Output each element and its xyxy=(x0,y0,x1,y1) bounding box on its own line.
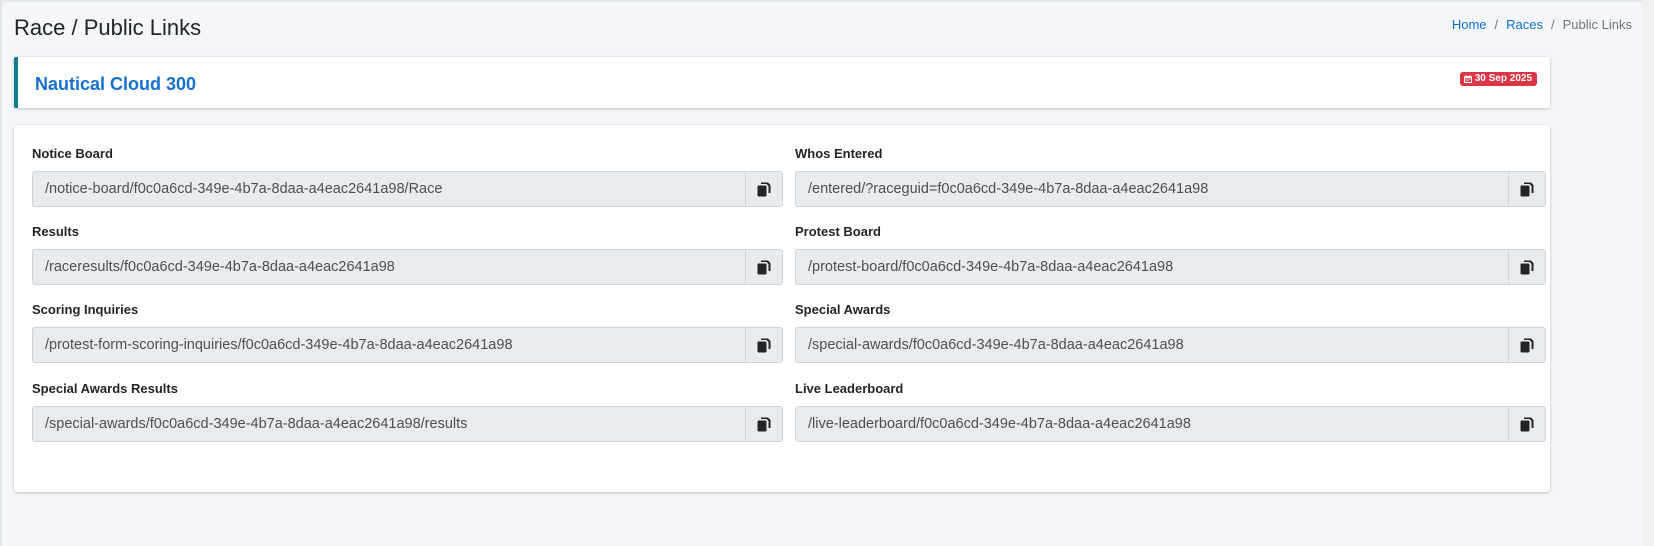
results-link-input[interactable] xyxy=(32,249,745,285)
scoring-inquiries-link-input[interactable] xyxy=(32,327,745,363)
special-awards-results-input-group xyxy=(32,406,783,442)
special-awards-input-group xyxy=(795,327,1546,363)
page-title: Race / Public Links xyxy=(14,15,202,40)
protest-board-label: Protest Board xyxy=(795,224,881,239)
results-label: Results xyxy=(32,224,79,239)
notice-board-link-input[interactable] xyxy=(32,171,745,207)
page-scrollbar[interactable] xyxy=(1642,0,1654,546)
breadcrumb-separator: / xyxy=(1494,17,1499,32)
protest-board-copy-button[interactable] xyxy=(1508,249,1546,285)
notice-board-input-group xyxy=(32,171,783,207)
special-awards-label: Special Awards xyxy=(795,302,891,317)
live-leaderboard-input-group xyxy=(795,406,1546,442)
scoring-inquiries-field: Scoring Inquiries xyxy=(32,301,783,363)
breadcrumb: Home / Races / Public Links xyxy=(1452,16,1632,34)
results-input-group xyxy=(32,249,783,285)
scoring-inquiries-input-group xyxy=(32,327,783,363)
copy-icon xyxy=(757,182,771,196)
whos-entered-label: Whos Entered xyxy=(795,146,883,161)
special-awards-results-field: Special Awards Results xyxy=(32,380,783,442)
notice-board-copy-button[interactable] xyxy=(745,171,783,207)
copy-icon xyxy=(1520,417,1534,431)
breadcrumb-races-link[interactable]: Races xyxy=(1506,16,1543,34)
protest-board-field: Protest Board xyxy=(795,223,1546,285)
race-date-text: 30 Sep 2025 xyxy=(1474,73,1532,84)
special-awards-results-label: Special Awards Results xyxy=(32,381,178,396)
copy-icon xyxy=(757,417,771,431)
notice-board-label: Notice Board xyxy=(32,146,113,161)
breadcrumb-separator: / xyxy=(1551,17,1555,32)
notice-board-field: Notice Board xyxy=(32,145,783,207)
special-awards-copy-button[interactable] xyxy=(1508,327,1546,363)
race-name: Nautical Cloud 300 xyxy=(35,74,197,94)
whos-entered-input-group xyxy=(795,171,1546,207)
left-divider xyxy=(0,0,2,546)
copy-icon xyxy=(1520,338,1534,352)
breadcrumb-current: Public Links xyxy=(1562,17,1632,32)
special-awards-link-input[interactable] xyxy=(795,327,1508,363)
results-copy-button[interactable] xyxy=(745,249,783,285)
whos-entered-link-input[interactable] xyxy=(795,171,1508,207)
live-leaderboard-label: Live Leaderboard xyxy=(795,381,904,396)
live-leaderboard-link-input[interactable] xyxy=(795,406,1508,442)
top-divider xyxy=(0,0,1654,2)
protest-board-input-group xyxy=(795,249,1546,285)
live-leaderboard-copy-button[interactable] xyxy=(1508,406,1546,442)
calendar-icon xyxy=(1463,75,1472,83)
live-leaderboard-field: Live Leaderboard xyxy=(795,380,1546,442)
special-awards-field: Special Awards xyxy=(795,301,1546,363)
special-awards-results-copy-button[interactable] xyxy=(745,406,783,442)
whos-entered-field: Whos Entered xyxy=(795,145,1546,207)
copy-icon xyxy=(757,260,771,274)
copy-icon xyxy=(1520,182,1534,196)
public-links-card: Notice Board Whos Entered Results Protes… xyxy=(14,125,1550,492)
scoring-inquiries-copy-button[interactable] xyxy=(745,327,783,363)
breadcrumb-home-link[interactable]: Home xyxy=(1452,16,1487,34)
results-field: Results xyxy=(32,223,783,285)
special-awards-results-link-input[interactable] xyxy=(32,406,745,442)
copy-icon xyxy=(757,338,771,352)
race-date-badge: 30 Sep 2025 xyxy=(1459,72,1537,86)
copy-icon xyxy=(1520,260,1534,274)
whos-entered-copy-button[interactable] xyxy=(1508,171,1546,207)
protest-board-link-input[interactable] xyxy=(795,249,1508,285)
scoring-inquiries-label: Scoring Inquiries xyxy=(32,302,139,317)
race-callout: Nautical Cloud 300 30 Sep 2025 xyxy=(14,57,1550,108)
